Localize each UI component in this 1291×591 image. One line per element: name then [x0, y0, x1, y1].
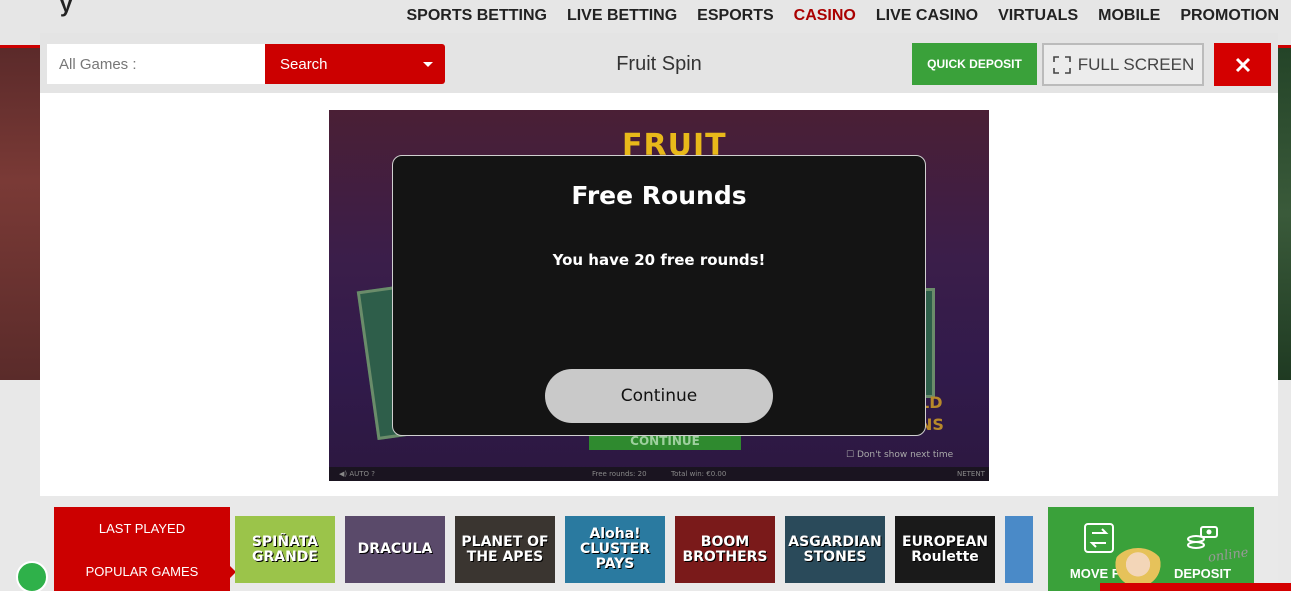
game-search-input[interactable]	[47, 44, 265, 84]
background-banner-right	[1278, 48, 1291, 380]
nav-item-virtuals[interactable]: VIRTUALS	[998, 7, 1078, 25]
dont-show-label: Don't show next time	[856, 450, 954, 460]
free-rounds-counter: Free rounds: 20	[592, 470, 647, 478]
background-panel-right	[1278, 380, 1291, 591]
nav-item-live-casino[interactable]: LIVE CASINO	[876, 7, 978, 25]
search-button[interactable]: Search	[265, 44, 445, 84]
free-rounds-dialog: Free Rounds You have 20 free rounds! Con…	[392, 155, 926, 436]
game-thumbnail-title: Aloha! CLUSTER PAYS	[579, 526, 651, 572]
quick-deposit-button[interactable]: QUICK DEPOSIT	[912, 43, 1037, 85]
game-auto-control[interactable]: ◀) AUTO ?	[339, 470, 375, 478]
popular-games-label: POPULAR GAMES	[85, 564, 199, 579]
game-thumbnail[interactable]: SPIÑATA GRANDE	[235, 516, 335, 583]
game-thumbnail[interactable]: EUROPEAN Roulette	[895, 516, 995, 583]
search-label: Search	[280, 55, 328, 73]
game-thumbnail[interactable]: Aloha! CLUSTER PAYS	[565, 516, 665, 583]
game-title: Fruit Spin	[616, 53, 702, 75]
chevron-down-icon	[423, 62, 433, 67]
continue-button[interactable]: Continue	[545, 369, 773, 423]
nav-item-casino[interactable]: CASINO	[794, 7, 856, 25]
full-screen-label: FULL SCREEN	[1077, 54, 1195, 74]
game-toolbar: Search Fruit Spin QUICK DEPOSIT FULL SCR…	[40, 33, 1278, 93]
total-win: Total win: €0.00	[671, 470, 727, 478]
provider-brand: NETENT	[957, 470, 985, 478]
nav-item-mobile[interactable]: MOBILE	[1098, 7, 1160, 25]
background-banner-left	[0, 48, 40, 380]
nav-item-live-betting[interactable]: LIVE BETTING	[567, 7, 677, 25]
game-thumbnail[interactable]: DRACULA	[345, 516, 445, 583]
game-thumbnails: SPIÑATA GRANDE DRACULA PLANET OF THE APES A…	[235, 516, 1033, 583]
game-thumbnail[interactable]: BOOM BROTHERS	[675, 516, 775, 583]
game-modal: Search Fruit Spin QUICK DEPOSIT FULL SCR…	[40, 33, 1278, 591]
deposit-label: DEPOSIT	[1173, 566, 1232, 581]
main-menu: SPORTS BETTING LIVE BETTING ESPORTS CASINO L…	[406, 7, 1279, 25]
dont-show-checkbox[interactable]: ☐ Don't show next time	[846, 450, 953, 460]
nav-item-esports[interactable]: ESPORTS	[697, 7, 773, 25]
game-thumbnail-title: SPIÑATA GRANDE	[251, 533, 319, 565]
dialog-title: Free Rounds	[571, 181, 747, 210]
game-thumbnail[interactable]: PLANET OF THE APES	[455, 516, 555, 583]
expand-icon	[1052, 55, 1071, 74]
nav-item-sports-betting[interactable]: SPORTS BETTING	[406, 7, 546, 25]
close-icon	[1235, 57, 1250, 72]
transfer-icon	[1084, 523, 1114, 553]
site-logo[interactable]: y	[60, 0, 100, 17]
game-thumbnail-title: ASGARDIAN STONES	[788, 533, 882, 565]
full-screen-button[interactable]: FULL SCREEN	[1042, 43, 1204, 86]
game-lobby-strip: LAST PLAYED POPULAR GAMES SPIÑATA GRANDE…	[40, 496, 1278, 591]
background-panel-left	[0, 380, 40, 591]
nav-item-promotion[interactable]: PROMOTION	[1180, 7, 1279, 25]
game-thumbnail-title: PLANET OF THE APES	[461, 533, 549, 565]
auto-label: AUTO	[349, 470, 370, 478]
game-thumbnail[interactable]	[1005, 516, 1033, 583]
game-thumbnail-title: BOOM BROTHERS	[682, 533, 768, 565]
game-canvas[interactable]: FRUIT LD NS CONTINUE ☐ Don't show next t…	[329, 110, 989, 481]
game-thumbnail-title: DRACULA	[357, 541, 433, 557]
game-status-bar: ◀) AUTO ? Free rounds: 20 Total win: €0.…	[329, 467, 989, 481]
chat-tab[interactable]	[1100, 583, 1291, 591]
dialog-message: You have 20 free rounds!	[552, 251, 766, 269]
last-played-tab[interactable]: LAST PLAYED	[54, 507, 230, 550]
game-thumbnail-title: EUROPEAN Roulette	[902, 533, 988, 565]
close-button[interactable]	[1214, 43, 1271, 86]
popular-games-tab[interactable]: POPULAR GAMES	[54, 550, 236, 591]
game-thumbnail[interactable]: ASGARDIAN STONES	[785, 516, 885, 583]
whatsapp-icon[interactable]	[16, 561, 48, 591]
